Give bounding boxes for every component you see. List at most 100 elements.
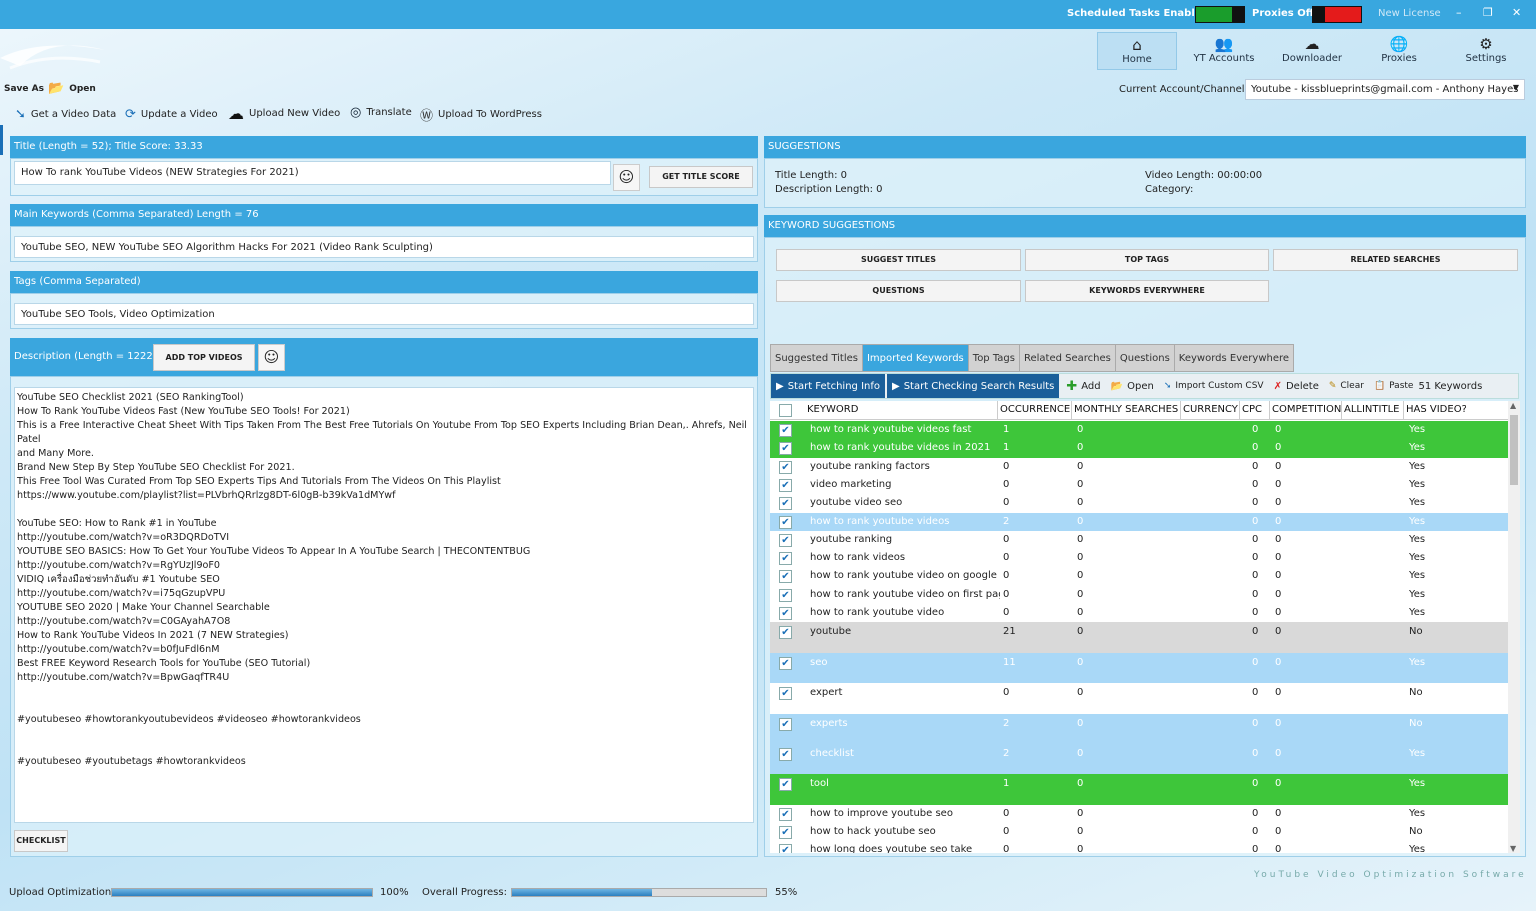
table-row[interactable]: ✔ youtube ranking factors 0 0 0 0 Yes <box>770 457 1508 476</box>
questions-button[interactable]: QUESTIONS <box>776 280 1021 302</box>
table-row[interactable]: ✔ how to rank youtube videos fast 1 0 0 0 Yes <box>770 421 1508 440</box>
title-emoji-button[interactable]: ☺ <box>613 164 640 191</box>
table-row[interactable]: ✔ video marketing 0 0 0 0 Yes <box>770 475 1508 495</box>
row-checkbox[interactable]: ✔ <box>779 533 792 547</box>
table-row[interactable]: ✔ how to rank youtube video on first page… <box>770 585 1508 604</box>
top-tags-button[interactable]: TOP TAGS <box>1025 249 1269 271</box>
clear-keywords-button[interactable]: ✎ Clear <box>1324 374 1369 398</box>
get-title-score-button[interactable]: GET TITLE SCORE <box>649 166 753 188</box>
start-fetching-button[interactable]: ▶ Start Fetching Info <box>771 374 885 398</box>
nav-downloader[interactable]: ☁ Downloader <box>1272 32 1352 70</box>
row-checkbox[interactable]: ✔ <box>779 626 792 640</box>
table-row[interactable]: ✔ seo 11 0 0 0 Yes <box>770 652 1508 684</box>
row-checkbox[interactable]: ✔ <box>779 478 792 492</box>
table-row[interactable]: ✔ how long does youtube seo take 0 0 0 0 Yes <box>770 841 1508 853</box>
open-button[interactable]: 📂 Open <box>48 81 96 96</box>
table-row[interactable]: ✔ youtube 21 0 0 0 No <box>770 622 1508 653</box>
proxies-toggle[interactable] <box>1312 6 1362 23</box>
add-keyword-button[interactable]: ✚ Add <box>1061 374 1105 398</box>
add-top-videos-button[interactable]: ADD TOP VIDEOS <box>153 344 255 371</box>
keywords-input[interactable]: YouTube SEO, NEW YouTube SEO Algorithm H… <box>14 236 754 258</box>
tab-suggested-titles[interactable]: Suggested Titles <box>770 344 863 372</box>
save-as-button[interactable]: Save As <box>4 84 44 94</box>
table-row[interactable]: ✔ how to rank youtube videos in 2021 1 0 0 0 Y… <box>770 439 1508 458</box>
tab-related-searches[interactable]: Related Searches <box>1018 344 1116 372</box>
description-textarea[interactable]: YouTube SEO Checklist 2021 (SEO RankingT… <box>14 387 754 823</box>
table-row[interactable]: ✔ experts 2 0 0 0 No <box>770 713 1508 744</box>
scheduled-tasks-toggle[interactable] <box>1195 6 1245 23</box>
table-row[interactable]: ✔ how to rank youtube video 0 0 0 0 Yes <box>770 604 1508 623</box>
row-checkbox[interactable]: ✔ <box>779 460 792 474</box>
row-checkbox[interactable]: ✔ <box>779 747 792 761</box>
row-checkbox[interactable]: ✔ <box>779 778 792 792</box>
column-header[interactable]: COMPETITION <box>1272 404 1342 415</box>
column-header[interactable]: OCCURRENCE <box>1000 404 1072 415</box>
title-input[interactable]: How To rank YouTube Videos (NEW Strategi… <box>14 161 611 185</box>
tab-keywords-everywhere[interactable]: Keywords Everywhere <box>1173 344 1295 372</box>
row-checkbox[interactable]: ✔ <box>779 442 792 456</box>
row-checkbox[interactable]: ✔ <box>779 497 792 511</box>
column-header[interactable]: MONTHLY SEARCHES <box>1074 404 1180 415</box>
row-checkbox[interactable]: ✔ <box>779 844 792 853</box>
update-video-button[interactable]: ⟳ Update a Video <box>125 107 218 122</box>
description-emoji-button[interactable]: ☺ <box>258 344 285 371</box>
row-checkbox[interactable]: ✔ <box>779 717 792 731</box>
translate-button[interactable]: ◎ Translate <box>350 105 412 120</box>
upload-new-video-button[interactable]: ☁ Upload New Video <box>228 104 340 123</box>
delete-keyword-button[interactable]: ✗ Delete <box>1269 374 1324 398</box>
import-csv-button[interactable]: ➘ Import Custom CSV <box>1159 374 1269 398</box>
row-checkbox[interactable]: ✔ <box>779 588 792 602</box>
table-row[interactable]: ✔ youtube video seo 0 0 0 0 Yes <box>770 494 1508 513</box>
tab-imported-keywords[interactable]: Imported Keywords <box>861 344 969 372</box>
minimize-icon[interactable]: – <box>1456 6 1462 19</box>
table-row[interactable]: ✔ how to rank videos 0 0 0 0 Yes <box>770 549 1508 568</box>
row-checkbox[interactable]: ✔ <box>779 552 792 566</box>
column-header[interactable]: HAS VIDEO? <box>1406 404 1466 415</box>
table-row[interactable]: ✔ how to rank youtube video on google 0 0 0 0… <box>770 567 1508 586</box>
related-searches-button[interactable]: RELATED SEARCHES <box>1273 249 1518 271</box>
scroll-up-icon[interactable]: ▲ <box>1510 401 1516 410</box>
table-row[interactable]: ✔ youtube ranking 0 0 0 0 Yes <box>770 530 1508 550</box>
suggest-titles-button[interactable]: SUGGEST TITLES <box>776 249 1021 271</box>
close-icon[interactable]: ✕ <box>1512 6 1521 19</box>
row-checkbox[interactable]: ✔ <box>779 826 792 839</box>
table-row[interactable]: ✔ how to hack youtube seo 0 0 0 0 No <box>770 823 1508 842</box>
column-header[interactable]: CPC <box>1242 404 1270 415</box>
column-header[interactable]: KEYWORD <box>807 404 997 415</box>
scrollbar-thumb[interactable] <box>1510 415 1518 485</box>
new-license-link[interactable]: New License <box>1378 8 1441 19</box>
open-keywords-button[interactable]: 📂 Open <box>1106 374 1159 398</box>
row-checkbox[interactable]: ✔ <box>779 687 792 701</box>
row-checkbox[interactable]: ✔ <box>779 607 792 620</box>
row-checkbox[interactable]: ✔ <box>779 656 792 670</box>
table-row[interactable]: ✔ how to rank youtube videos 2 0 0 0 Yes <box>770 512 1508 531</box>
table-row[interactable]: ✔ expert 0 0 0 0 No <box>770 683 1508 714</box>
upload-wordpress-button[interactable]: Ⓦ Upload To WordPress <box>420 105 542 124</box>
nav-home[interactable]: ⌂ Home <box>1097 32 1177 70</box>
table-row[interactable]: ✔ checklist 2 0 0 0 Yes <box>770 743 1508 775</box>
paste-keywords-button[interactable]: 📋 Paste <box>1369 374 1419 398</box>
account-select[interactable]: Youtube - kissblueprints@gmail.com - Ant… <box>1245 79 1525 100</box>
checklist-button[interactable]: CHECKLIST <box>14 830 68 852</box>
column-header[interactable]: CURRENCY <box>1183 404 1241 415</box>
nav-proxies[interactable]: 🌐 Proxies <box>1359 32 1439 70</box>
nav-yt-accounts[interactable]: 👥 YT Accounts <box>1184 32 1264 70</box>
table-row[interactable]: ✔ tool 1 0 0 0 Yes <box>770 774 1508 805</box>
table-row[interactable]: ✔ how to improve youtube seo 0 0 0 0 Yes <box>770 804 1508 823</box>
select-all-checkbox[interactable] <box>779 404 792 417</box>
start-checking-button[interactable]: ▶ Start Checking Search Results <box>887 374 1060 398</box>
scroll-down-icon[interactable]: ▼ <box>1510 844 1516 853</box>
nav-settings[interactable]: ⚙ Settings <box>1446 32 1526 70</box>
restore-icon[interactable]: ❐ <box>1483 6 1493 19</box>
keywords-everywhere-button[interactable]: KEYWORDS EVERYWHERE <box>1025 280 1269 302</box>
tab-top-tags[interactable]: Top Tags <box>967 344 1020 372</box>
grid-scrollbar[interactable]: ▲ ▼ <box>1508 401 1520 853</box>
tags-input[interactable]: YouTube SEO Tools, Video Optimization <box>14 303 754 325</box>
tab-questions[interactable]: Questions <box>1114 344 1175 372</box>
row-checkbox[interactable]: ✔ <box>779 807 792 821</box>
get-video-data-button[interactable]: ➘ Get a Video Data <box>15 107 116 122</box>
column-header[interactable]: ALLINTITLE <box>1344 404 1404 415</box>
row-checkbox[interactable]: ✔ <box>779 570 792 584</box>
row-checkbox[interactable]: ✔ <box>779 424 792 437</box>
row-checkbox[interactable]: ✔ <box>779 515 792 529</box>
